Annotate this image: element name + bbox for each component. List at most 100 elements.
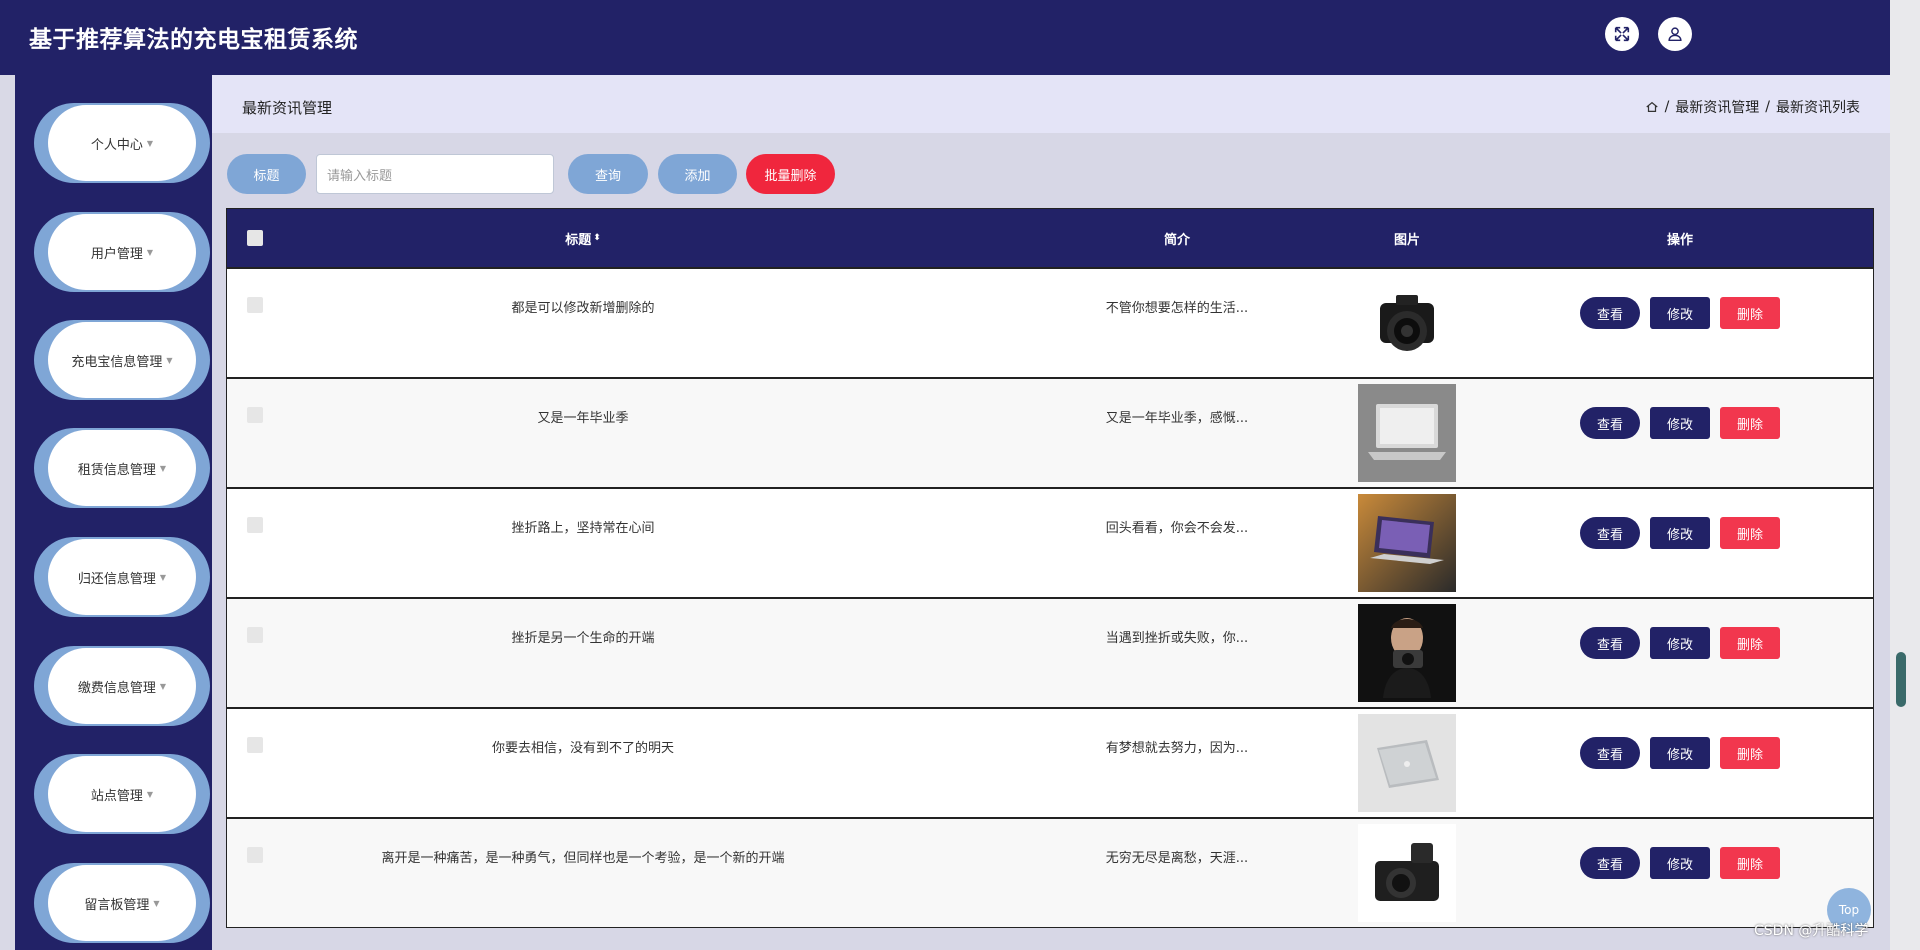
row-ops: 查看 修改 删除 — [1487, 709, 1873, 817]
row-intro: 当遇到挫折或失败，你... — [1105, 631, 1249, 646]
row-checkbox[interactable] — [247, 847, 263, 863]
sidebar-item-rental[interactable]: 租赁信息管理 ▼ — [34, 428, 210, 508]
sort-icon[interactable]: ⬍ — [593, 233, 601, 243]
header-title[interactable]: 标题 ⬍ — [283, 209, 883, 267]
delete-button[interactable]: 删除 — [1720, 627, 1780, 659]
table-header: 标题 ⬍ 简介 图片 操作 — [227, 209, 1873, 267]
row-checkbox[interactable] — [247, 297, 263, 313]
sidebar-item-label: 站点管理 — [90, 788, 143, 804]
row-ops: 查看 修改 删除 — [1487, 489, 1873, 597]
row-intro: 又是一年毕业季，感慨... — [1105, 411, 1249, 426]
breadcrumb-item: 最新资讯列表 — [1776, 100, 1860, 116]
search-placeholder: 请输入标题 — [327, 168, 393, 184]
table-row: 又是一年毕业季 又是一年毕业季，感慨... 查看 修改 删除 — [227, 377, 1873, 487]
sidebar-item-label: 留言板管理 — [84, 897, 150, 913]
row-title: 挫折是另一个生命的开端 — [511, 631, 655, 646]
home-icon[interactable] — [1645, 100, 1659, 114]
laptop-closed-image — [1358, 714, 1456, 812]
menu-item-face: 个人中心 ▼ — [48, 105, 196, 181]
delete-button[interactable]: 删除 — [1720, 847, 1780, 879]
menu-item-face: 站点管理 ▼ — [48, 756, 196, 832]
view-button[interactable]: 查看 — [1580, 407, 1640, 439]
menu-item-face: 用户管理 ▼ — [48, 214, 196, 290]
sidebar-item-messages[interactable]: 留言板管理 ▼ — [34, 863, 210, 943]
view-button[interactable]: 查看 — [1580, 847, 1640, 879]
row-ops: 查看 修改 删除 — [1487, 819, 1873, 927]
menu-item-face: 充电宝信息管理 ▼ — [48, 322, 196, 398]
breadcrumb-item[interactable]: 最新资讯管理 — [1675, 97, 1759, 117]
row-checkbox-cell — [227, 819, 283, 927]
row-checkbox[interactable] — [247, 627, 263, 643]
fullscreen-icon[interactable] — [1605, 17, 1639, 51]
menu-item-face: 租赁信息管理 ▼ — [48, 430, 196, 506]
app-title: 基于推荐算法的充电宝租赁系统 — [29, 27, 358, 53]
caret-down-icon: ▼ — [166, 355, 173, 365]
row-ops: 查看 修改 删除 — [1487, 379, 1873, 487]
laptop-icon — [1370, 516, 1444, 564]
row-ops-group: 查看 修改 删除 — [1580, 627, 1780, 659]
row-title: 离开是一种痛苦，是一种勇气，但同样也是一个考验，是一个新的开端 — [381, 851, 785, 866]
row-checkbox-cell — [227, 269, 283, 377]
delete-button[interactable]: 删除 — [1720, 517, 1780, 549]
sidebar-item-personal-center[interactable]: 个人中心 ▼ — [34, 103, 210, 183]
laptop-dark-image — [1358, 494, 1456, 592]
view-button[interactable]: 查看 — [1580, 297, 1640, 329]
main-content: 最新资讯管理 / 最新资讯管理 / 最新资讯列表 标题 请输入标题 查询 添加 … — [212, 75, 1890, 950]
laptop-icon — [1368, 404, 1446, 460]
view-button[interactable]: 查看 — [1580, 737, 1640, 769]
page-header: 最新资讯管理 / 最新资讯管理 / 最新资讯列表 — [212, 75, 1890, 133]
query-button[interactable]: 查询 — [568, 154, 648, 194]
row-checkbox[interactable] — [247, 517, 263, 533]
view-button[interactable]: 查看 — [1580, 627, 1640, 659]
table-row: 挫折是另一个生命的开端 当遇到挫折或失败，你... 查看 修改 删除 — [227, 597, 1873, 707]
row-checkbox-cell — [227, 599, 283, 707]
sidebar-item-label: 租赁信息管理 — [77, 462, 156, 478]
sidebar-item-users[interactable]: 用户管理 ▼ — [34, 212, 210, 292]
row-picture-cell — [1327, 489, 1487, 597]
add-button[interactable]: 添加 — [658, 154, 737, 194]
row-ops-group: 查看 修改 删除 — [1580, 517, 1780, 549]
delete-button[interactable]: 删除 — [1720, 297, 1780, 329]
table-row: 都是可以修改新增删除的 不管你想要怎样的生活... 查看 修改 删除 — [227, 267, 1873, 377]
edit-button[interactable]: 修改 — [1650, 847, 1710, 879]
breadcrumb: / 最新资讯管理 / 最新资讯列表 — [1645, 97, 1860, 117]
sidebar-item-station[interactable]: 站点管理 ▼ — [34, 754, 210, 834]
select-all-checkbox[interactable] — [247, 230, 263, 246]
user-icon[interactable] — [1658, 17, 1692, 51]
scrollbar-track[interactable] — [1890, 0, 1920, 950]
compact-camera-image — [1358, 824, 1456, 922]
row-ops-group: 查看 修改 删除 — [1580, 737, 1780, 769]
row-picture-cell — [1327, 709, 1487, 817]
camera-icon — [1380, 295, 1434, 351]
header-intro: 简介 — [1163, 232, 1190, 248]
row-title: 你要去相信，没有到不了的明天 — [491, 741, 674, 756]
camera-image — [1358, 274, 1456, 372]
header-title-label: 标题 — [565, 232, 592, 248]
batch-delete-button[interactable]: 批量删除 — [746, 154, 835, 194]
row-intro: 有梦想就去努力，因为... — [1105, 741, 1249, 756]
row-checkbox[interactable] — [247, 737, 263, 753]
scrollbar-thumb[interactable] — [1896, 652, 1906, 707]
edit-button[interactable]: 修改 — [1650, 297, 1710, 329]
delete-button[interactable]: 删除 — [1720, 407, 1780, 439]
caret-down-icon: ▼ — [159, 463, 167, 473]
watermark: CSDN @升酷科学 — [1754, 923, 1869, 939]
caret-down-icon: ▼ — [159, 681, 167, 691]
row-checkbox[interactable] — [247, 407, 263, 423]
man-camera-image — [1358, 604, 1456, 702]
caret-down-icon: ▼ — [153, 898, 160, 908]
edit-button[interactable]: 修改 — [1650, 407, 1710, 439]
caret-down-icon: ▼ — [146, 789, 154, 799]
page-title: 最新资讯管理 — [242, 99, 333, 117]
edit-button[interactable]: 修改 — [1650, 517, 1710, 549]
sidebar-item-powerbank[interactable]: 充电宝信息管理 ▼ — [34, 320, 210, 400]
title-search-input[interactable]: 请输入标题 — [316, 154, 554, 194]
edit-button[interactable]: 修改 — [1650, 627, 1710, 659]
view-button[interactable]: 查看 — [1580, 517, 1640, 549]
breadcrumb-sep: / — [1765, 99, 1770, 115]
delete-button[interactable]: 删除 — [1720, 737, 1780, 769]
edit-button[interactable]: 修改 — [1650, 737, 1710, 769]
sidebar-item-payment[interactable]: 缴费信息管理 ▼ — [34, 646, 210, 726]
caret-down-icon: ▼ — [146, 247, 154, 257]
sidebar-item-return[interactable]: 归还信息管理 ▼ — [34, 537, 210, 617]
